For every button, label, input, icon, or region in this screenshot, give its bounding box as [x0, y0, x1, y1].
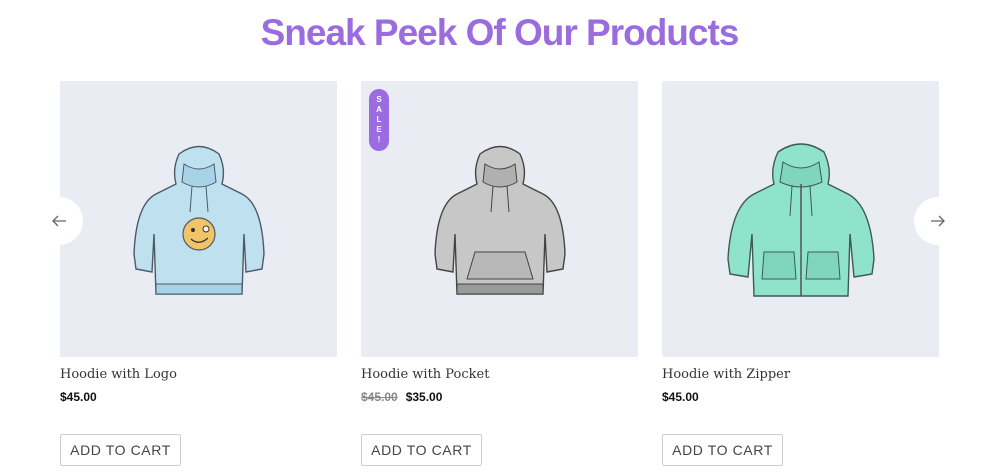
product-card: Hoodie with Logo $45.00 ADD TO CART: [60, 81, 337, 466]
product-name[interactable]: Hoodie with Logo: [60, 367, 177, 382]
arrow-right-icon: [931, 215, 945, 227]
price-current: $45.00: [662, 390, 699, 404]
carousel-next-button[interactable]: [914, 197, 962, 245]
add-to-cart-button[interactable]: ADD TO CART: [361, 434, 482, 466]
price-current: $45.00: [60, 390, 97, 404]
product-price: $45.00: [662, 390, 699, 404]
arrow-left-icon: [52, 215, 66, 227]
product-image[interactable]: [60, 81, 337, 357]
hoodie-logo-image: [132, 145, 265, 295]
product-image[interactable]: [662, 81, 939, 357]
hoodie-pocket-image: [433, 145, 566, 295]
price-original: $45.00: [361, 390, 398, 404]
section-title: Sneak Peek Of Our Products: [260, 12, 740, 53]
product-name[interactable]: Hoodie with Pocket: [361, 367, 489, 382]
product-price: $45.00: [60, 390, 97, 404]
sale-badge: S A L E !: [369, 89, 389, 151]
add-to-cart-button[interactable]: ADD TO CART: [662, 434, 783, 466]
add-to-cart-button[interactable]: ADD TO CART: [60, 434, 181, 466]
product-price: $45.00 $35.00: [361, 390, 442, 404]
product-image[interactable]: S A L E !: [361, 81, 638, 357]
price-current: $35.00: [405, 390, 443, 404]
product-name[interactable]: Hoodie with Zipper: [662, 367, 790, 382]
carousel-prev-button[interactable]: [35, 197, 83, 245]
hoodie-zipper-image: [726, 143, 875, 297]
product-card: Hoodie with Zipper $45.00 ADD TO CART: [662, 81, 939, 466]
product-card: S A L E ! Hoodie with Pocket $45.00 $35.0…: [361, 81, 638, 466]
